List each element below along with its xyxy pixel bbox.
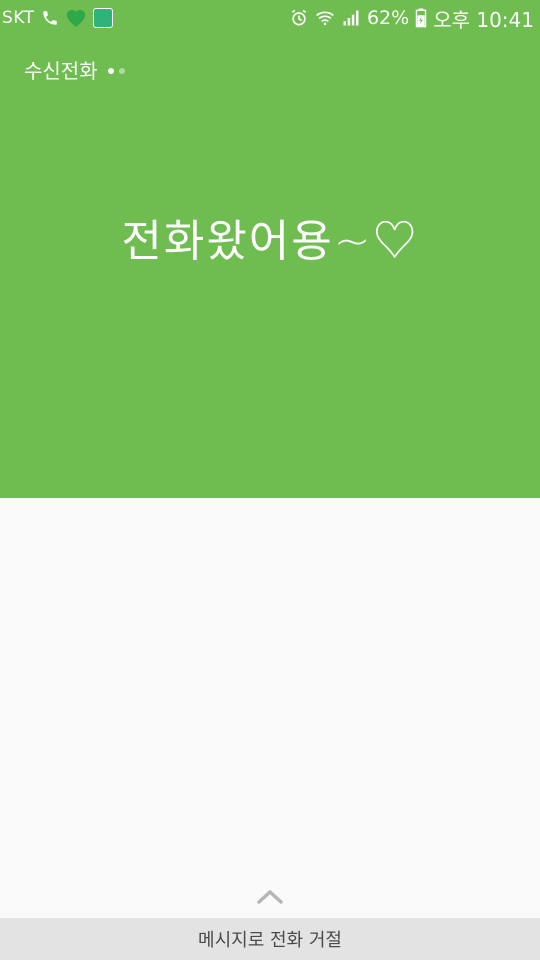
wifi-icon <box>315 7 335 29</box>
heart-icon <box>65 7 87 29</box>
caller-name: 전화왔어용~♡ <box>121 216 419 267</box>
chevron-up-icon[interactable] <box>257 888 283 904</box>
reject-with-message-button[interactable]: 메시지로 전화 거절 <box>0 918 540 960</box>
reject-with-message-label: 메시지로 전화 거절 <box>198 930 342 951</box>
clock: 오후 10:41 <box>433 7 534 32</box>
carrier-label: SKT <box>2 8 35 28</box>
page-indicator-dot <box>118 67 125 74</box>
alarm-icon <box>289 7 309 29</box>
page-indicator <box>107 67 125 74</box>
phone-icon <box>41 7 59 29</box>
battery-percentage: 62% <box>366 7 410 29</box>
incoming-call-header: SKT 62% 오후 10:41 수신전화 전화왔어용~♡ <box>0 0 540 498</box>
signal-icon <box>341 7 361 29</box>
status-bar-right: 62% 오후 10:41 <box>289 4 534 33</box>
page-indicator-dot-active <box>107 67 114 74</box>
app-icon <box>92 7 113 29</box>
status-bar-left: SKT <box>2 7 113 29</box>
battery-icon <box>415 7 427 29</box>
incoming-call-label: 수신전화 <box>24 59 98 83</box>
call-label-row: 수신전화 <box>24 55 125 84</box>
status-bar: SKT 62% 오후 10:41 <box>0 0 540 36</box>
